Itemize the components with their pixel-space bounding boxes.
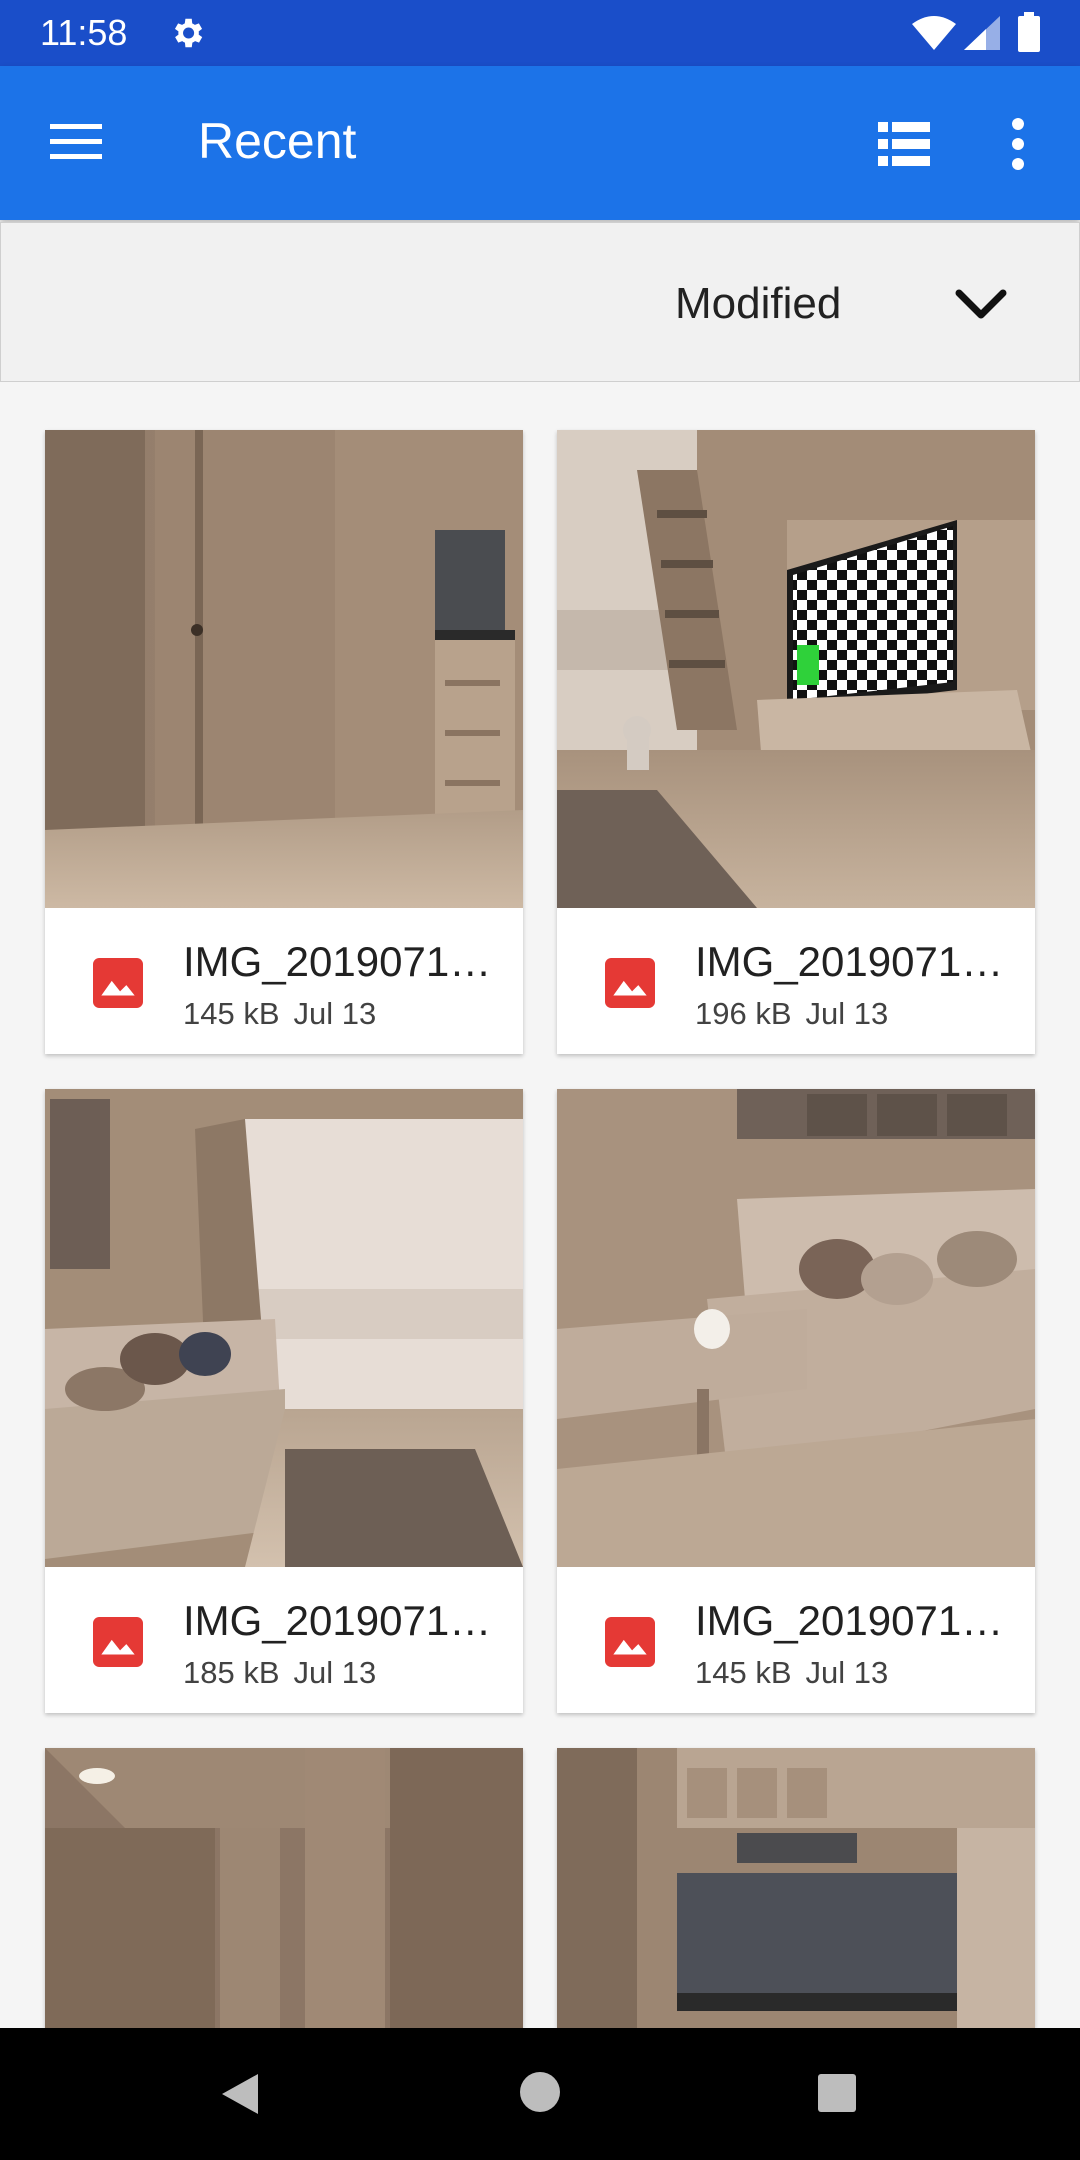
file-date: Jul 13 (805, 996, 889, 1031)
file-size: 185 kB (183, 1655, 280, 1690)
wifi-icon (912, 16, 956, 50)
file-info: IMG_2019071… 196 kB Jul 13 (557, 908, 1035, 1054)
file-card[interactable]: IMG_2019071… 145 kB Jul 13 (557, 1089, 1035, 1713)
file-thumbnail (45, 1089, 523, 1567)
image-file-icon (93, 1617, 143, 1667)
file-meta: 145 kB Jul 13 (183, 996, 376, 1032)
navigation-bar (0, 2028, 1080, 2160)
file-card[interactable] (45, 1748, 523, 2028)
file-name: IMG_2019071… (695, 1597, 1004, 1644)
file-size: 145 kB (183, 996, 280, 1031)
file-thumbnail (557, 1748, 1035, 2028)
gear-icon (174, 18, 203, 48)
signal-icon (964, 16, 1000, 50)
file-grid: IMG_2019071… 145 kB Jul 13 IMG_2019071… … (0, 380, 1080, 2028)
file-name: IMG_2019071… (183, 938, 492, 985)
app-bar: Recent (0, 66, 1080, 220)
back-icon[interactable] (218, 2070, 262, 2118)
file-date: Jul 13 (293, 996, 377, 1031)
page-title: Recent (198, 113, 357, 169)
home-icon[interactable] (520, 2072, 560, 2112)
image-file-icon (605, 1617, 655, 1667)
file-thumbnail (557, 430, 1035, 908)
file-size: 145 kB (695, 1655, 792, 1690)
sort-bar[interactable]: Modified (0, 222, 1080, 382)
file-meta: 196 kB Jul 13 (695, 996, 888, 1032)
file-name: IMG_2019071… (183, 1597, 492, 1644)
file-thumbnail (45, 430, 523, 908)
status-bar: 11:58 (0, 0, 1080, 66)
image-file-icon (605, 958, 655, 1008)
battery-icon (1018, 12, 1040, 52)
file-thumbnail (557, 1089, 1035, 1567)
image-file-icon (93, 958, 143, 1008)
file-card[interactable] (557, 1748, 1035, 2028)
status-time: 11:58 (40, 12, 128, 53)
file-card[interactable]: IMG_2019071… 196 kB Jul 13 (557, 430, 1035, 1054)
list-view-icon[interactable] (878, 120, 930, 168)
file-date: Jul 13 (805, 1655, 889, 1690)
hamburger-menu-icon[interactable] (50, 122, 102, 162)
file-info: IMG_2019071… 145 kB Jul 13 (557, 1567, 1035, 1713)
recents-icon[interactable] (818, 2074, 856, 2112)
file-name: IMG_2019071… (695, 938, 1004, 985)
file-info: IMG_2019071… 185 kB Jul 13 (45, 1567, 523, 1713)
file-card[interactable]: IMG_2019071… 145 kB Jul 13 (45, 430, 523, 1054)
chevron-down-icon[interactable] (953, 285, 1009, 325)
file-size: 196 kB (695, 996, 792, 1031)
file-date: Jul 13 (293, 1655, 377, 1690)
more-vert-icon[interactable] (1006, 116, 1030, 172)
file-card[interactable]: IMG_2019071… 185 kB Jul 13 (45, 1089, 523, 1713)
file-info: IMG_2019071… 145 kB Jul 13 (45, 908, 523, 1054)
sort-label[interactable]: Modified (675, 279, 841, 329)
file-meta: 145 kB Jul 13 (695, 1655, 888, 1691)
file-meta: 185 kB Jul 13 (183, 1655, 376, 1691)
file-thumbnail (45, 1748, 523, 2028)
